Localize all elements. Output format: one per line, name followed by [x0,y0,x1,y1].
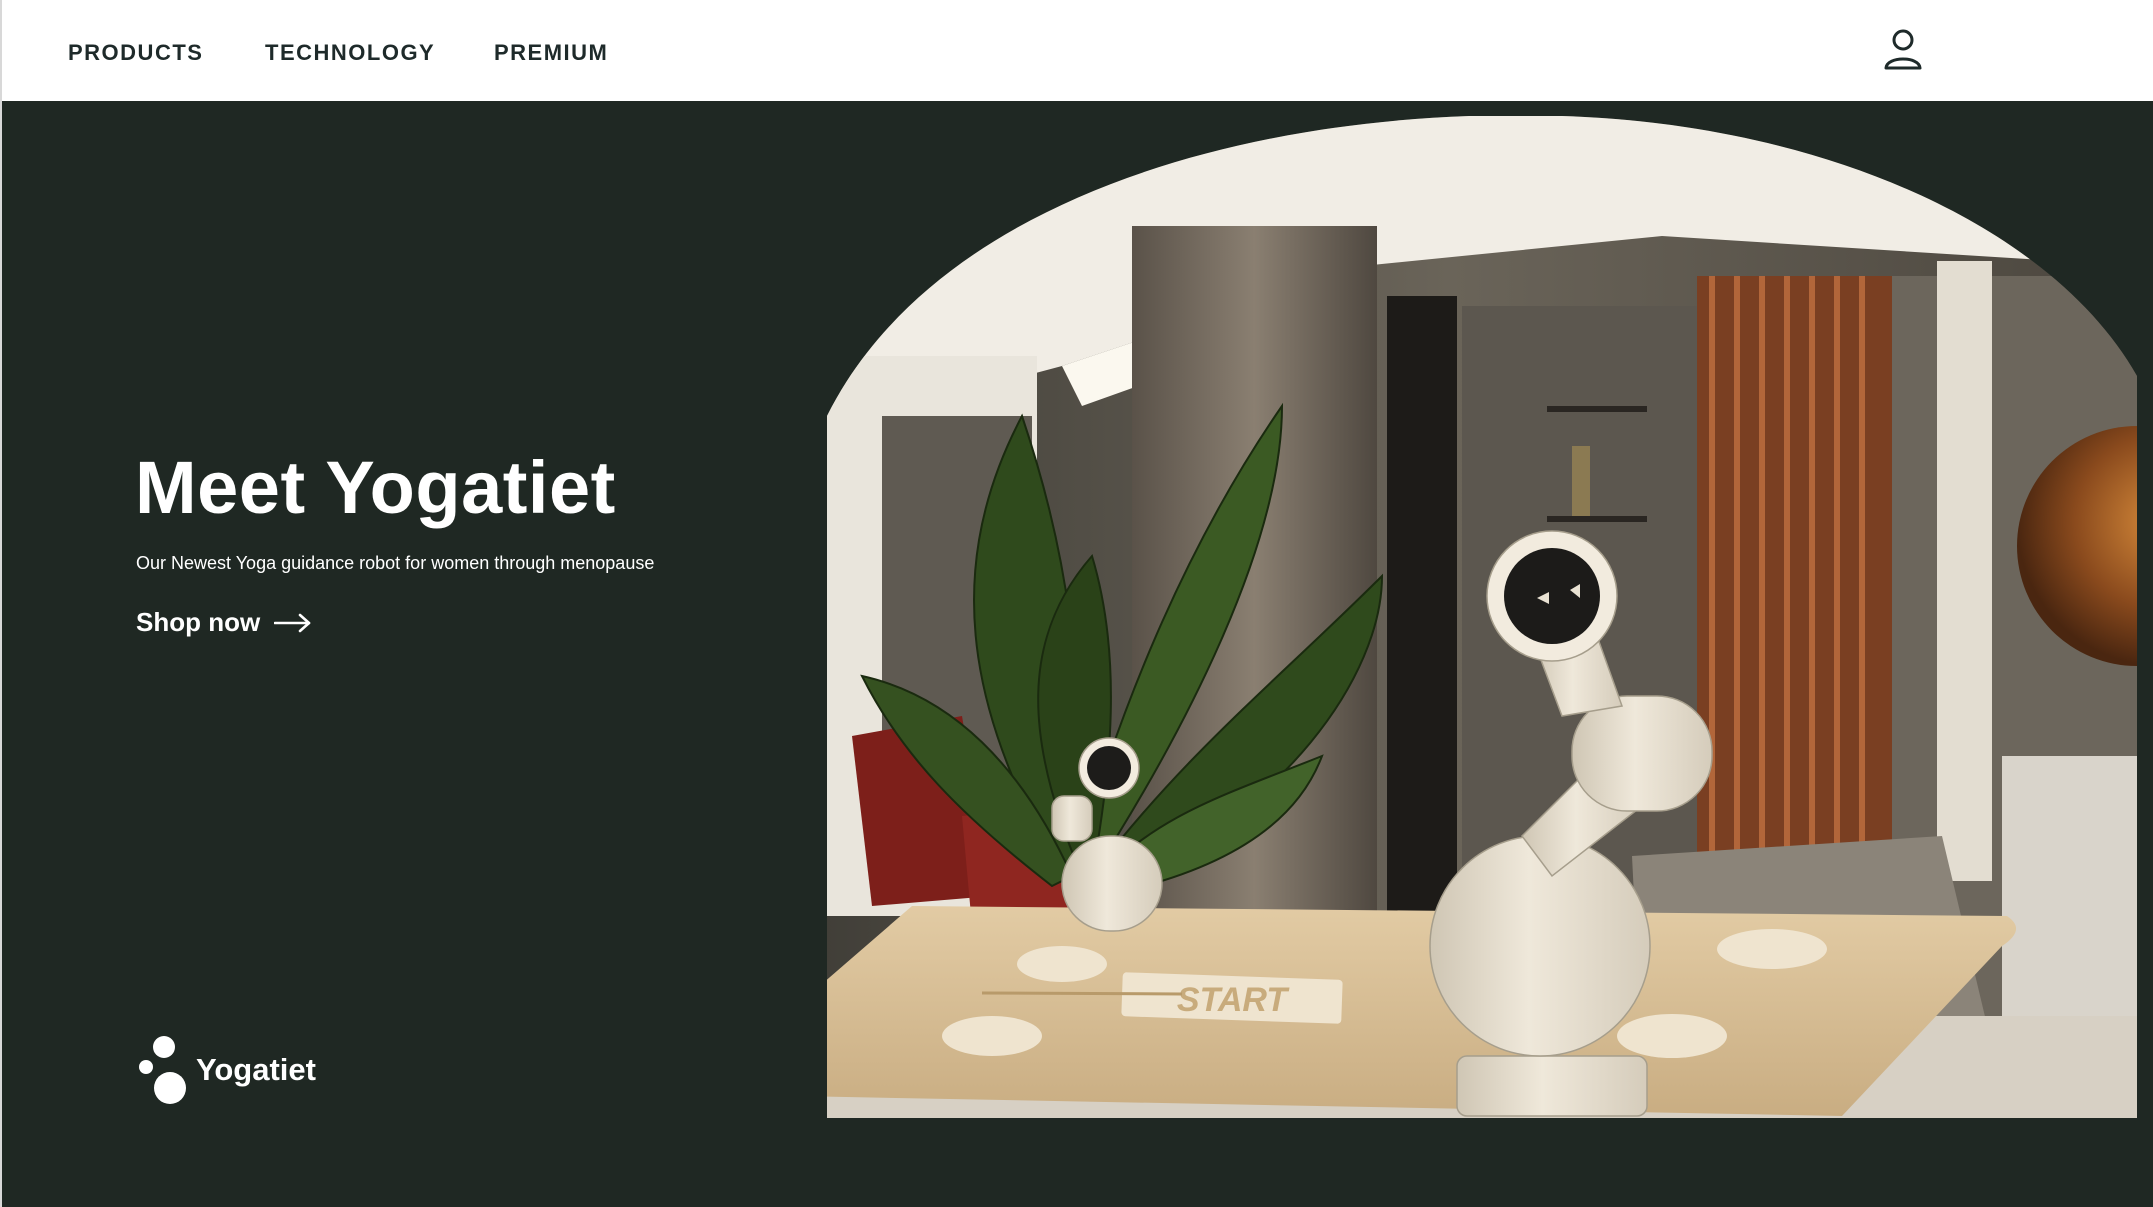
shop-now-label: Shop now [136,607,261,637]
nav-link-premium[interactable]: PREMIUM [494,40,608,66]
shop-now-link[interactable]: Shop now [136,607,312,638]
top-navigation: PRODUCTS TECHNOLOGY PREMIUM [0,0,2153,101]
logo-wordmark: Yogatiet [196,1052,316,1087]
arrow-right-icon [274,613,311,632]
mat-start-label: START [1177,981,1290,1019]
hero-image: START [827,116,2137,1118]
account-button[interactable] [1882,28,1924,72]
hero-section: START Meet Yogatiet Our Newest Yoga guid… [0,101,2153,1207]
yogatiet-logo-icon [139,1036,186,1104]
nav-link-technology[interactable]: TECHNOLOGY [265,40,435,66]
user-icon [1884,29,1922,70]
hero-title: Meet Yogatiet [135,446,616,529]
hero-subtitle: Our Newest Yoga guidance robot for women… [136,553,655,573]
nav-link-products[interactable]: PRODUCTS [68,40,203,66]
footer-logo[interactable]: Yogatiet [138,1035,316,1105]
